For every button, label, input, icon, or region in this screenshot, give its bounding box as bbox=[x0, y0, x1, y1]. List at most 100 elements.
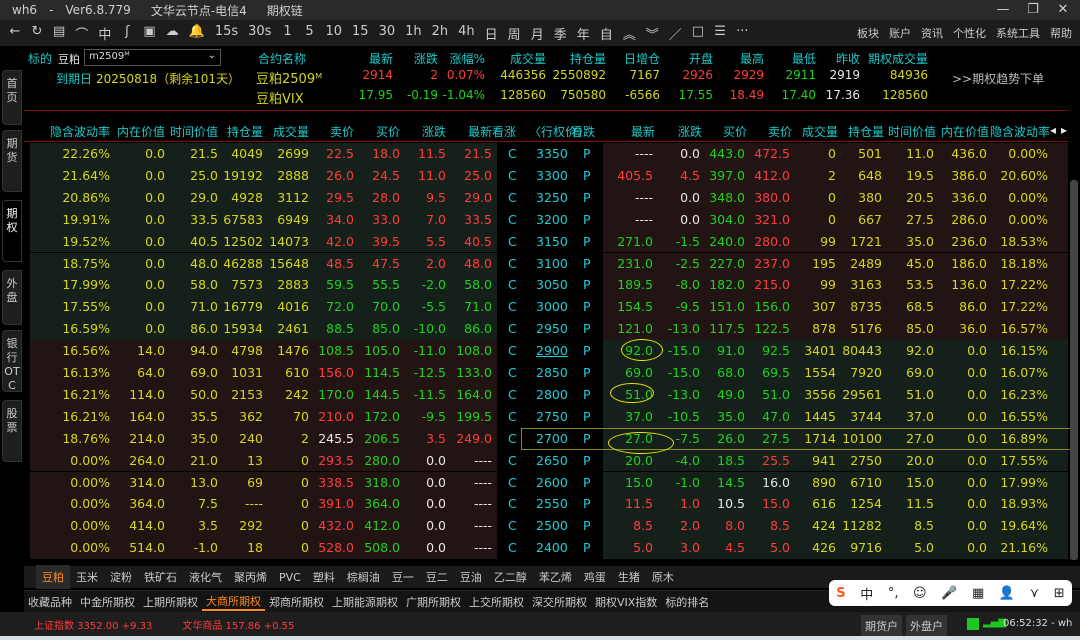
toolbar-tool-0-icon[interactable]: ← bbox=[4, 24, 26, 43]
product-tab-11[interactable]: 豆油 bbox=[454, 569, 488, 585]
table-row[interactable]: 17.99% 0.0 58.0 7573 2883 59.5 55.5 -2.0 58.0 189… bbox=[24, 274, 1068, 297]
toolbar-tool-19[interactable]: 日 bbox=[480, 24, 503, 43]
exchange-tab-5[interactable]: 上期能源期权 bbox=[328, 594, 402, 610]
ime-icon-2[interactable]: °, bbox=[888, 586, 899, 601]
exchange-tab-7[interactable]: 上交所期权 bbox=[465, 594, 528, 610]
strike-price[interactable]: 3150 bbox=[536, 234, 568, 249]
sidebar-tab-0[interactable]: 首页 bbox=[2, 70, 22, 125]
ime-icon-7[interactable]: ⋎ bbox=[1030, 586, 1040, 601]
table-row[interactable]: 0.00% 514.0 -1.0 18 0 528.0 508.0 0.0 ---- 5.0 3.0… bbox=[24, 537, 1068, 560]
put-label[interactable]: P bbox=[583, 387, 591, 402]
put-header-1[interactable]: 涨跌 bbox=[678, 123, 702, 140]
put-header-3[interactable]: 卖价 bbox=[768, 123, 792, 140]
exchange-tab-1[interactable]: 中金所期权 bbox=[76, 594, 139, 610]
toolbar-tool-20[interactable]: 周 bbox=[503, 24, 526, 43]
product-tab-10[interactable]: 豆二 bbox=[420, 569, 454, 585]
call-label[interactable]: C bbox=[508, 277, 517, 292]
call-label[interactable]: C bbox=[508, 365, 517, 380]
call-header-4[interactable]: 成交量 bbox=[273, 123, 309, 140]
toolbar-tool-23[interactable]: 年 bbox=[572, 24, 595, 43]
exchange-tab-10[interactable]: 标的排名 bbox=[661, 594, 713, 610]
product-tab-15[interactable]: 生猪 bbox=[612, 569, 646, 585]
strike-price[interactable]: 2600 bbox=[536, 475, 568, 490]
product-tab-9[interactable]: 豆一 bbox=[386, 569, 420, 585]
toolbar-tool-9[interactable]: 15s bbox=[210, 24, 243, 43]
put-label[interactable]: P bbox=[583, 277, 591, 292]
strike-price[interactable]: 3250 bbox=[536, 190, 568, 205]
ime-icon-3[interactable]: ☺ bbox=[913, 586, 927, 601]
strike-price[interactable]: 2500 bbox=[536, 518, 568, 533]
exchange-tab-9[interactable]: 期权VIX指数 bbox=[591, 594, 661, 610]
call-label[interactable]: C bbox=[508, 234, 517, 249]
call-header-2[interactable]: 时间价值 bbox=[170, 123, 218, 140]
put-label[interactable]: P bbox=[583, 496, 591, 511]
toolbar-tool-21[interactable]: 月 bbox=[526, 24, 549, 43]
toolbar-tool-14[interactable]: 15 bbox=[347, 24, 374, 43]
minimize-button[interactable]: — bbox=[988, 0, 1018, 20]
center-header-2[interactable]: 看跌 bbox=[571, 123, 595, 140]
toolbar-tool-6-icon[interactable]: ▣ bbox=[138, 24, 160, 43]
strike-price[interactable]: 2850 bbox=[536, 365, 568, 380]
table-row[interactable]: 20.86% 0.0 29.0 4928 3112 29.5 28.0 9.5 29.0 ----… bbox=[24, 186, 1068, 209]
contract-select[interactable]: m2509ᴹ ⌄ bbox=[84, 49, 221, 66]
table-row[interactable]: 18.75% 0.0 48.0 46288 15648 48.5 47.5 2.0 48.0 23… bbox=[24, 252, 1068, 275]
toolbar-tool-18[interactable]: 4h bbox=[453, 24, 480, 43]
table-row[interactable]: 16.21% 114.0 50.0 2153 242 170.0 144.5 -11.5 164… bbox=[24, 383, 1068, 406]
call-label[interactable]: C bbox=[508, 168, 517, 183]
close-button[interactable]: ✕ bbox=[1048, 0, 1078, 20]
toolbar-tool-13[interactable]: 10 bbox=[320, 24, 347, 43]
put-label[interactable]: P bbox=[583, 475, 591, 490]
call-header-3[interactable]: 持仓量 bbox=[227, 123, 263, 140]
center-header-0[interactable]: 看涨 bbox=[492, 123, 516, 140]
ime-icon-1[interactable]: 中 bbox=[860, 584, 873, 603]
strike-price[interactable]: 2400 bbox=[536, 540, 568, 555]
strike-price[interactable]: 2950 bbox=[536, 321, 568, 336]
product-tab-1[interactable]: 玉米 bbox=[70, 569, 104, 585]
call-label[interactable]: C bbox=[508, 299, 517, 314]
call-header-6[interactable]: 买价 bbox=[376, 123, 400, 140]
toolbar-tool-22[interactable]: 季 bbox=[549, 24, 572, 43]
menu-item-1[interactable]: 账户 bbox=[889, 25, 911, 41]
product-tab-8[interactable]: 棕榈油 bbox=[341, 569, 386, 585]
call-header-7[interactable]: 涨跌 bbox=[422, 123, 446, 140]
toolbar-tool-3-icon[interactable]: ⌒ bbox=[70, 24, 93, 43]
call-header-0[interactable]: 隐含波动率 bbox=[50, 123, 110, 140]
product-tab-5[interactable]: 聚丙烯 bbox=[228, 569, 273, 585]
strike-price[interactable]: 3300 bbox=[536, 168, 568, 183]
put-header-7[interactable]: 内在价值 bbox=[941, 123, 989, 140]
toolbar-tool-2-icon[interactable]: ▤ bbox=[48, 24, 70, 43]
toolbar-tool-5-icon[interactable]: ʃ bbox=[116, 24, 138, 43]
product-tab-7[interactable]: 塑料 bbox=[307, 569, 341, 585]
scroll-right-arrow[interactable]: ▸ bbox=[1061, 123, 1067, 137]
strike-price[interactable]: 3350 bbox=[536, 146, 568, 161]
call-label[interactable]: C bbox=[508, 540, 517, 555]
strike-price[interactable]: 3000 bbox=[536, 299, 568, 314]
call-label[interactable]: C bbox=[508, 146, 517, 161]
sidebar-tab-5[interactable]: 股票 bbox=[2, 400, 22, 462]
table-row[interactable]: 0.00% 364.0 7.5 ---- 0 391.0 364.0 0.0 ---- 11.5 1… bbox=[24, 493, 1068, 516]
menu-item-2[interactable]: 资讯 bbox=[921, 25, 943, 41]
put-label[interactable]: P bbox=[583, 190, 591, 205]
toolbar-tool-27[interactable]: ／ bbox=[664, 24, 687, 43]
option-trend-order-link[interactable]: >>期权趋势下单 bbox=[952, 70, 1044, 87]
toolbar-tool-11[interactable]: 1 bbox=[276, 24, 298, 43]
toolbar-tool-15[interactable]: 30 bbox=[374, 24, 401, 43]
call-label[interactable]: C bbox=[508, 453, 517, 468]
put-header-5[interactable]: 持仓量 bbox=[848, 123, 884, 140]
put-label[interactable]: P bbox=[583, 146, 591, 161]
put-label[interactable]: P bbox=[583, 518, 591, 533]
toolbar-tool-17[interactable]: 2h bbox=[427, 24, 454, 43]
call-header-5[interactable]: 卖价 bbox=[330, 123, 354, 140]
sidebar-tab-1[interactable]: 期货 bbox=[2, 130, 22, 192]
toolbar-tool-10[interactable]: 30s bbox=[243, 24, 276, 43]
exchange-tab-0[interactable]: 收藏品种 bbox=[24, 594, 76, 610]
put-header-2[interactable]: 买价 bbox=[723, 123, 747, 140]
toolbar-tool-28[interactable]: □ bbox=[687, 24, 709, 43]
product-tab-2[interactable]: 淀粉 bbox=[104, 569, 138, 585]
put-header-0[interactable]: 最新 bbox=[631, 123, 655, 140]
put-label[interactable]: P bbox=[583, 343, 591, 358]
toolbar-tool-24[interactable]: 自 bbox=[595, 24, 618, 43]
info-name[interactable]: 豆粕2509ᴹ bbox=[256, 68, 322, 87]
call-label[interactable]: C bbox=[508, 387, 517, 402]
futures-account-button[interactable]: 期货户 bbox=[861, 615, 902, 637]
